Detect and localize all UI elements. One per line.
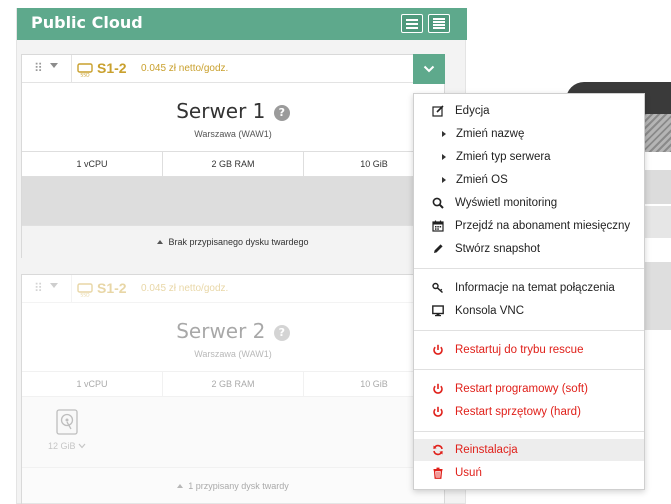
disk-size[interactable]: 12 GiB	[48, 441, 86, 451]
menu-item-label: Zmień typ serwera	[456, 151, 551, 163]
menu-item-label: Stwórz snapshot	[455, 243, 541, 255]
disk-status-text: Brak przypisanego dysku twardego	[168, 237, 309, 247]
menu-item-label: Przejdź na abonament miesięczny	[455, 220, 631, 232]
server-plan: S1-2	[97, 60, 127, 76]
hard-disk-icon[interactable]	[56, 409, 78, 435]
server-card-header: ⠿ SSD S1-2 0.045 zł netto/godz.	[22, 54, 445, 84]
menu-item-label: Restartuj do trybu rescue	[455, 344, 584, 356]
server-actions-menu: Edycja Zmień nazwę Zmień typ serwera Zmi…	[413, 93, 645, 490]
menu-item-label: Reinstalacja	[455, 444, 518, 456]
caret-right-icon	[442, 154, 446, 160]
power-icon	[433, 383, 443, 394]
menu-item-label: Usuń	[455, 467, 482, 479]
svg-text:SSD: SSD	[80, 73, 90, 78]
drag-handle-icon[interactable]: ⠿	[34, 62, 44, 75]
server-name: Serwer 2 ?	[22, 319, 444, 343]
menu-item-rescue-restart[interactable]: Restartuj do trybu rescue	[414, 339, 644, 361]
ssd-icon: SSD	[77, 283, 93, 298]
menu-item-reinstall[interactable]: Reinstalacja	[414, 439, 644, 461]
menu-divider	[414, 330, 644, 331]
server-specs: 1 vCPU 2 GB RAM 10 GiB	[22, 151, 444, 177]
disk-status-text: 1 przypisany dysk twardy	[188, 481, 289, 491]
calendar-icon	[432, 220, 444, 232]
menu-item-monthly-subscription[interactable]: Przejdź na abonament miesięczny	[414, 215, 644, 237]
pencil-icon	[434, 244, 443, 253]
menu-item-change-server-type[interactable]: Zmień typ serwera	[414, 146, 644, 168]
disk-status-toggle[interactable]: Brak przypisanego dysku twardego	[22, 225, 444, 258]
search-icon	[432, 197, 444, 209]
menu-item-rename[interactable]: Zmień nazwę	[414, 123, 644, 145]
panel-title: Public Cloud	[31, 13, 143, 32]
drag-handle-icon[interactable]: ⠿	[34, 282, 44, 295]
menu-item-label: Wyświetl monitoring	[455, 197, 558, 209]
compact-view-button[interactable]	[428, 14, 450, 33]
menu-item-label: Restart sprzętowy (hard)	[455, 406, 581, 418]
edit-icon	[432, 105, 444, 117]
menu-item-delete[interactable]: Usuń	[414, 462, 644, 484]
server-price: 0.045 zł netto/godz.	[141, 63, 229, 74]
caret-right-icon	[442, 177, 446, 183]
spec-cpu: 1 vCPU	[22, 372, 163, 396]
server-plan: S1-2	[97, 280, 127, 296]
menu-item-change-os[interactable]: Zmień OS	[414, 169, 644, 191]
caret-down-icon[interactable]	[50, 283, 58, 288]
trash-icon	[433, 467, 443, 479]
ssd-icon: SSD	[77, 63, 93, 78]
menu-item-label: Informacje na temat połączenia	[455, 282, 615, 294]
menu-item-label: Zmień OS	[456, 174, 508, 186]
help-icon[interactable]: ?	[273, 105, 290, 121]
caret-down-icon[interactable]	[50, 63, 58, 68]
help-icon[interactable]: ?	[273, 325, 290, 341]
power-icon	[433, 406, 443, 417]
menu-item-edit[interactable]: Edycja	[414, 100, 644, 122]
key-icon	[432, 282, 444, 294]
menu-item-soft-restart[interactable]: Restart programowy (soft)	[414, 378, 644, 400]
menu-item-vnc-console[interactable]: Konsola VNC	[414, 300, 644, 322]
server-card: ⠿ SSD S1-2 0.045 zł netto/godz. Serwer 2…	[21, 274, 445, 504]
svg-text:SSD: SSD	[80, 293, 90, 298]
list-view-button[interactable]	[401, 14, 423, 33]
server-card: ⠿ SSD S1-2 0.045 zł netto/godz. Serwer 1…	[21, 54, 445, 258]
divider	[71, 275, 72, 303]
server-specs: 1 vCPU 2 GB RAM 10 GiB	[22, 371, 444, 397]
caret-right-icon	[442, 131, 446, 137]
panel-header: Public Cloud	[17, 8, 467, 40]
chevron-down-icon	[78, 443, 86, 449]
server-name-text: Serwer 2	[176, 319, 266, 343]
menu-item-label: Konsola VNC	[455, 305, 525, 317]
server-name-text: Serwer 1	[176, 99, 266, 123]
menu-divider	[414, 431, 644, 432]
disk-drop-area	[22, 177, 444, 225]
divider	[71, 55, 72, 83]
server-card-header: ⠿ SSD S1-2 0.045 zł netto/godz.	[22, 275, 444, 303]
menu-item-create-snapshot[interactable]: Stwórz snapshot	[414, 238, 644, 260]
chevron-down-icon	[423, 65, 435, 73]
disk-size-text: 12 GiB	[48, 441, 76, 451]
menu-divider	[414, 369, 644, 370]
disk-area: 12 GiB	[22, 397, 444, 467]
caret-up-icon	[157, 240, 164, 244]
server-actions-toggle[interactable]	[413, 54, 445, 84]
disk-status-toggle[interactable]: 1 przypisany dysk twardy	[22, 467, 444, 504]
power-icon	[433, 344, 443, 355]
spec-cpu: 1 vCPU	[22, 152, 163, 176]
monitor-icon	[432, 305, 444, 317]
menu-item-label: Zmień nazwę	[456, 128, 525, 140]
server-price: 0.045 zł netto/godz.	[141, 283, 229, 294]
menu-item-connection-info[interactable]: Informacje na temat połączenia	[414, 277, 644, 299]
server-location: Warszawa (WAW1)	[194, 349, 272, 359]
server-name: Serwer 1 ?	[22, 99, 444, 123]
menu-item-monitoring[interactable]: Wyświetl monitoring	[414, 192, 644, 214]
caret-up-icon	[177, 484, 184, 488]
menu-item-label: Edycja	[455, 105, 490, 117]
menu-divider	[414, 268, 644, 269]
server-location: Warszawa (WAW1)	[194, 129, 272, 139]
menu-item-hard-restart[interactable]: Restart sprzętowy (hard)	[414, 401, 644, 423]
refresh-icon	[433, 444, 443, 456]
spec-ram: 2 GB RAM	[163, 372, 304, 396]
menu-item-label: Restart programowy (soft)	[455, 383, 588, 395]
spec-ram: 2 GB RAM	[163, 152, 304, 176]
